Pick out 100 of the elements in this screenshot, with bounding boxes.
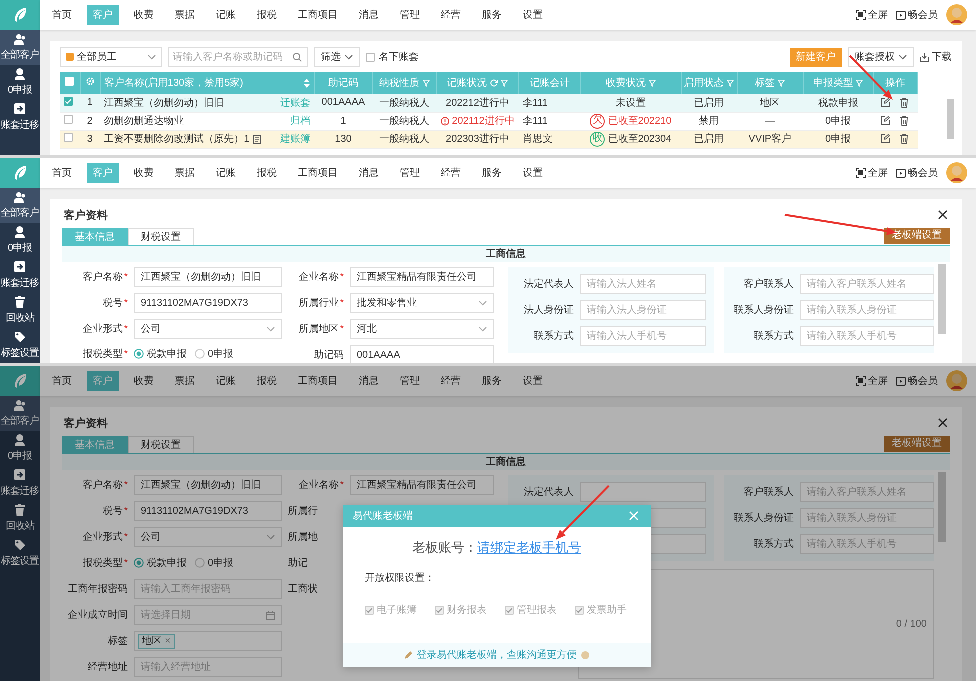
trash-icon[interactable]: [900, 134, 910, 144]
nav-tab[interactable]: 消息: [353, 163, 385, 183]
input-field[interactable]: 请输入联系人身份证: [800, 300, 934, 320]
input-field[interactable]: 江西聚宝精品有限责任公司: [350, 267, 494, 287]
checkbox[interactable]: [64, 133, 73, 142]
fullscreen-button[interactable]: 全屏: [856, 374, 888, 388]
input-field[interactable]: 请输入客户联系人姓名: [800, 482, 934, 502]
sidebar-item[interactable]: 账套迁移: [0, 100, 40, 135]
nav-tab[interactable]: 首页: [46, 5, 78, 25]
input-field[interactable]: 江西聚宝精品有限责任公司: [350, 475, 494, 495]
nav-tab[interactable]: 设置: [517, 163, 549, 183]
nav-tab[interactable]: 工商项目: [292, 163, 344, 183]
tag-field[interactable]: 地区 ×: [134, 631, 282, 651]
sidebar-item[interactable]: 全部客户: [0, 30, 40, 65]
input-field[interactable]: 请输入客户联系人姓名: [800, 274, 934, 294]
sidebar-item[interactable]: 回收站: [0, 293, 40, 328]
nav-tab[interactable]: 管理: [394, 163, 426, 183]
nav-tab[interactable]: 服务: [476, 5, 508, 25]
radio-option[interactable]: 0申报: [195, 556, 234, 570]
staff-dropdown[interactable]: 全部员工: [60, 47, 162, 67]
fullscreen-button[interactable]: 全屏: [856, 166, 888, 180]
sidebar-item[interactable]: 标签设置: [0, 328, 40, 363]
download-button[interactable]: 下载: [920, 50, 952, 64]
sidebar-item[interactable]: 全部客户: [0, 188, 40, 223]
edit-icon[interactable]: [881, 98, 890, 107]
nav-tab[interactable]: 记账: [210, 163, 242, 183]
nav-tab[interactable]: 管理: [394, 371, 426, 391]
nav-tab[interactable]: 收费: [128, 371, 160, 391]
boss-settings-button[interactable]: 老板端设置: [884, 228, 950, 244]
table-row[interactable]: 1 江西聚宝（勿删勿动）旧旧 迁账套 001AAAA 一般纳税人 202212进行中 李111 未设置 已启用 地区 税款申报: [60, 94, 918, 112]
sidebar-item[interactable]: 0申报: [0, 65, 40, 100]
close-icon[interactable]: [938, 418, 948, 428]
radio-option[interactable]: 税款申报: [134, 556, 187, 570]
edit-icon[interactable]: [881, 134, 890, 143]
input-field[interactable]: 001AAAA: [350, 345, 494, 363]
input-field[interactable]: 请输入联系人手机号: [800, 326, 934, 346]
nav-tab[interactable]: 记账: [210, 5, 242, 25]
input-field[interactable]: 请输入法人身份证: [580, 300, 706, 320]
select-all-checkbox[interactable]: [65, 77, 74, 86]
nav-tab[interactable]: 报税: [251, 5, 283, 25]
input-field[interactable]: 请输入法人手机号: [580, 326, 706, 346]
table-row[interactable]: 3 工资不要删除勿改测试（原先）1 建账簿 130 一般纳税人 202303进行中 肖思文 收 已收至202304 已启用 VVIP客户 0申报: [60, 130, 918, 148]
authorize-dropdown[interactable]: 账套授权: [848, 47, 914, 67]
nav-tab[interactable]: 设置: [517, 371, 549, 391]
avatar-icon[interactable]: [946, 4, 968, 26]
gear-icon[interactable]: [86, 77, 95, 86]
select-field[interactable]: 公司: [134, 527, 282, 547]
nav-tab[interactable]: 经营: [435, 371, 467, 391]
radio-option[interactable]: 0申报: [195, 347, 234, 361]
table-row[interactable]: 2 勿删勿删通达物业 归档 1 一般纳税人 202112进行中 李111 欠 已收至202210 禁用 — 0申报: [60, 112, 918, 130]
nav-tab[interactable]: 票据: [169, 5, 201, 25]
tab[interactable]: 财税设置: [128, 228, 194, 245]
nav-tab[interactable]: 管理: [394, 5, 426, 25]
nav-tab[interactable]: 票据: [169, 163, 201, 183]
nav-tab[interactable]: 报税: [251, 371, 283, 391]
trash-icon[interactable]: [900, 98, 910, 108]
select-field[interactable]: 批发和零售业: [350, 293, 494, 313]
nav-tab[interactable]: 经营: [435, 163, 467, 183]
scrollbar[interactable]: [947, 99, 954, 139]
nav-tab[interactable]: 经营: [435, 5, 467, 25]
sidebar-item[interactable]: 0申报: [0, 431, 40, 466]
input-field[interactable]: 请输入联系人手机号: [800, 534, 934, 554]
select-field[interactable]: 公司: [134, 319, 282, 339]
input-field[interactable]: 江西聚宝（勿删勿动）旧旧: [134, 267, 282, 287]
sidebar-item[interactable]: 回收站: [0, 501, 40, 536]
tab[interactable]: 财税设置: [128, 436, 194, 453]
input-field[interactable]: 91131102MA7G19DX73: [134, 501, 282, 521]
tag-chip[interactable]: 地区 ×: [138, 634, 175, 648]
nav-tab[interactable]: 服务: [476, 163, 508, 183]
checkbox-label[interactable]: 名下账套: [379, 50, 419, 64]
trash-icon[interactable]: [900, 116, 910, 126]
input-field[interactable]: 请输入工商年报密码: [134, 579, 282, 599]
sidebar-item[interactable]: 账套迁移: [0, 466, 40, 501]
radio-option[interactable]: 税款申报: [134, 347, 187, 361]
nav-tab[interactable]: 工商项目: [292, 5, 344, 25]
member-button[interactable]: 畅会员: [896, 166, 938, 180]
nav-tab[interactable]: 工商项目: [292, 371, 344, 391]
avatar-icon[interactable]: [946, 162, 968, 184]
scrollbar[interactable]: [938, 264, 946, 334]
close-icon[interactable]: [938, 210, 948, 220]
nav-tab[interactable]: 服务: [476, 371, 508, 391]
nav-tab[interactable]: 消息: [353, 5, 385, 25]
sidebar-item[interactable]: 账套迁移: [0, 258, 40, 293]
input-field[interactable]: 请输入联系人身份证: [800, 508, 934, 528]
input-field[interactable]: 91131102MA7G19DX73: [134, 293, 282, 313]
sidebar-item[interactable]: 全部客户: [0, 396, 40, 431]
nav-tab[interactable]: 收费: [128, 163, 160, 183]
nav-tab[interactable]: 记账: [210, 371, 242, 391]
member-button[interactable]: 畅会员: [896, 8, 938, 22]
member-button[interactable]: 畅会员: [896, 374, 938, 388]
filter-button[interactable]: 筛选: [314, 47, 360, 67]
fullscreen-button[interactable]: 全屏: [856, 8, 888, 22]
nav-tab[interactable]: 首页: [46, 371, 78, 391]
nav-tab[interactable]: 票据: [169, 371, 201, 391]
nav-tab[interactable]: 首页: [46, 163, 78, 183]
input-field[interactable]: 江西聚宝（勿删勿动）旧旧: [134, 475, 282, 495]
checkbox[interactable]: [64, 115, 73, 124]
nav-tab[interactable]: 设置: [517, 5, 549, 25]
checkbox[interactable]: [366, 52, 375, 62]
sidebar-item[interactable]: 0申报: [0, 223, 40, 258]
